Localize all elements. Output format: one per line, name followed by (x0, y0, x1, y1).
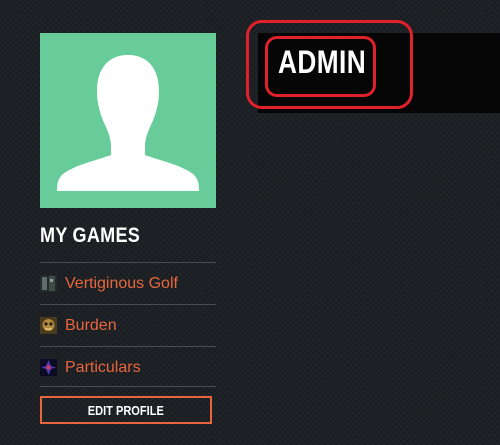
edit-profile-label: EDIT PROFILE (87, 402, 165, 418)
annotation-highlight-inner (265, 36, 376, 97)
particulars-thumbnail-icon (40, 359, 57, 376)
game-link[interactable]: Burden (65, 317, 117, 335)
game-item-vertiginous-golf[interactable]: Vertiginous Golf (40, 262, 216, 304)
user-silhouette-icon (57, 55, 199, 191)
game-item-burden[interactable]: Burden (40, 304, 216, 346)
burden-thumbnail-icon (40, 317, 57, 334)
game-item-particulars[interactable]: Particulars (40, 346, 216, 388)
game-link[interactable]: Vertiginous Golf (65, 275, 178, 293)
profile-avatar (40, 33, 216, 208)
list-divider (40, 386, 216, 387)
games-list: Vertiginous Golf Burden Particulars (40, 262, 216, 388)
edit-profile-button[interactable]: EDIT PROFILE (40, 396, 212, 424)
my-games-heading: MY GAMES (40, 224, 141, 247)
game-link[interactable]: Particulars (65, 359, 141, 377)
vertiginous-golf-thumbnail-icon (40, 275, 57, 292)
